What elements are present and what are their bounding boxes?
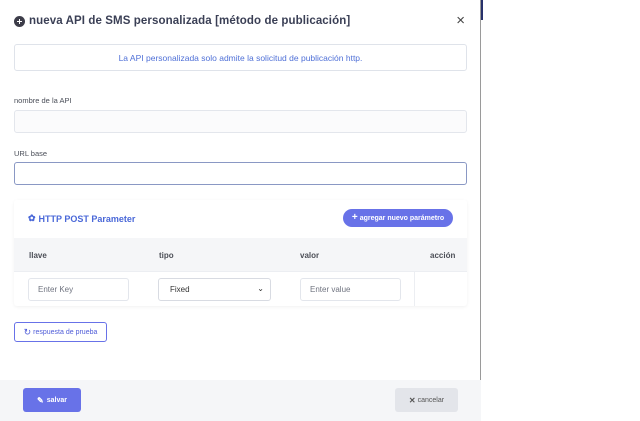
column-header-value: valor bbox=[300, 251, 320, 260]
table-row: Enter Key Fixed ⌄ Enter value bbox=[14, 271, 467, 306]
parameter-table-header: llave tipo valor acción bbox=[14, 238, 467, 271]
save-label: salvar bbox=[46, 396, 67, 404]
column-header-type: tipo bbox=[159, 251, 174, 260]
edit-icon: ✎ bbox=[37, 395, 44, 405]
test-response-label: respuesta de prueba bbox=[33, 328, 98, 336]
cancel-button[interactable]: ✕ cancelar bbox=[395, 388, 458, 412]
api-name-input[interactable] bbox=[14, 110, 467, 133]
cancel-label: cancelar bbox=[417, 396, 445, 404]
column-header-action: acción bbox=[430, 251, 456, 260]
plus-icon: + bbox=[351, 212, 358, 223]
test-response-button[interactable]: ↻ respuesta de prueba bbox=[14, 322, 107, 342]
value-input[interactable]: Enter value bbox=[300, 278, 401, 301]
add-parameter-label: agregar nuevo parámetro bbox=[359, 214, 445, 222]
post-parameter-heading: ✿ HTTP POST Parameter bbox=[28, 213, 135, 224]
info-alert-text: La API personalizada solo admite la soli… bbox=[118, 52, 363, 63]
save-button[interactable]: ✎ salvar bbox=[23, 388, 81, 412]
gear-icon: ✿ bbox=[28, 213, 36, 223]
type-select-value: Fixed bbox=[170, 285, 190, 294]
modal-title: nueva API de SMS personalizada [método d… bbox=[29, 15, 351, 27]
refresh-icon: ↻ bbox=[23, 326, 32, 337]
base-url-input[interactable] bbox=[14, 162, 467, 185]
base-url-label: URL base bbox=[14, 149, 48, 158]
column-header-key: llave bbox=[29, 251, 47, 260]
close-icon[interactable]: × bbox=[456, 13, 465, 29]
close-icon: ✕ bbox=[408, 395, 416, 405]
modal-header: nueva API de SMS personalizada [método d… bbox=[14, 12, 469, 30]
key-input[interactable]: Enter Key bbox=[28, 278, 129, 301]
chevron-down-icon: ⌄ bbox=[257, 284, 264, 293]
api-name-label: nombre de la API bbox=[14, 96, 72, 105]
background-edge bbox=[481, 0, 483, 20]
type-select[interactable]: Fixed ⌄ bbox=[158, 278, 271, 301]
action-cell-divider bbox=[414, 272, 415, 306]
post-parameter-card: ✿ HTTP POST Parameter + agregar nuevo pa… bbox=[14, 200, 467, 306]
add-parameter-button[interactable]: + agregar nuevo parámetro bbox=[343, 209, 453, 227]
post-parameter-title: HTTP POST Parameter bbox=[38, 213, 136, 224]
custom-sms-api-modal: nueva API de SMS personalizada [método d… bbox=[0, 0, 481, 421]
modal-footer: ✎ salvar ✕ cancelar bbox=[0, 380, 481, 421]
plus-circle-icon bbox=[14, 15, 25, 27]
info-alert: La API personalizada solo admite la soli… bbox=[14, 44, 467, 71]
